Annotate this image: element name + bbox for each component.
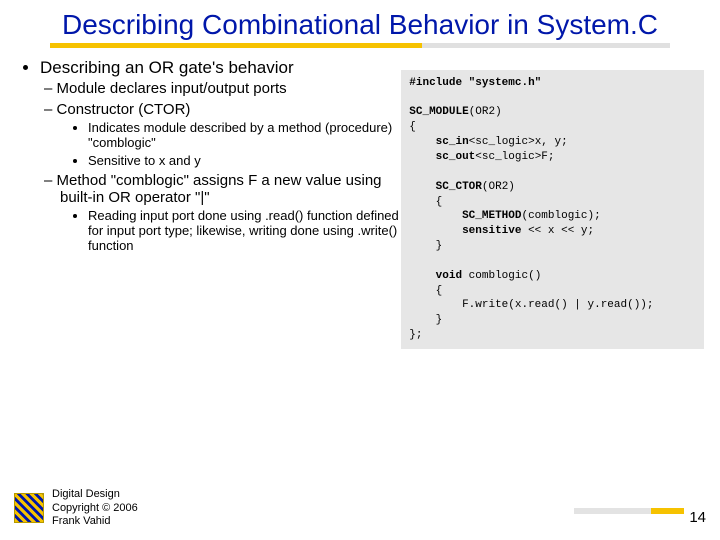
bullet-level1: Describing an OR gate's behavior Module … [16, 58, 401, 253]
code-kw: sc_out [409, 151, 475, 163]
bullet-text: Constructor (CTOR) [57, 101, 191, 118]
right-column: #include "systemc.h" SC_MODULE(OR2) { sc… [401, 56, 704, 349]
code-text: { [409, 285, 442, 297]
footer-text: Digital Design Copyright © 2006 Frank Va… [52, 488, 138, 528]
bullet-l3-item: Sensitive to x and y [88, 153, 401, 168]
code-text: <sc_logic>F; [475, 151, 554, 163]
code-text: (OR2) [469, 106, 502, 118]
code-text: F.write(x.read() | y.read()); [409, 299, 653, 311]
bullet-l2-item: Method "comblogic" assigns F a new value… [60, 172, 401, 253]
code-text: }; [409, 329, 422, 341]
code-kw: sensitive [409, 225, 521, 237]
left-column: Describing an OR gate's behavior Module … [16, 56, 401, 349]
title-underline [50, 43, 670, 48]
bullet-l2-item: Constructor (CTOR) Indicates module desc… [60, 101, 401, 168]
bullet-l2-item: Module declares input/output ports [60, 80, 401, 97]
code-text: <sc_logic>x, y; [469, 136, 568, 148]
slide-title: Describing Combinational Behavior in Sys… [0, 0, 720, 43]
footer-bar [574, 508, 684, 514]
page-number: 14 [689, 509, 706, 526]
bullet-l1-item: Describing an OR gate's behavior Module … [40, 58, 401, 253]
code-box: #include "systemc.h" SC_MODULE(OR2) { sc… [401, 70, 704, 349]
logo-icon [14, 493, 44, 523]
code-text: << x << y; [521, 225, 594, 237]
code-text: } [409, 314, 442, 326]
code-text: comblogic() [462, 270, 541, 282]
code-kw: #include "systemc.h" [409, 77, 541, 89]
bullet-level3: Reading input port done using .read() fu… [60, 208, 401, 253]
bullet-level3: Indicates module described by a method (… [60, 120, 401, 168]
code-kw: sc_in [409, 136, 468, 148]
footer: Digital Design Copyright © 2006 Frank Va… [14, 488, 138, 528]
bullet-l3-item: Reading input port done using .read() fu… [88, 208, 401, 253]
bullet-level2: Module declares input/output ports Const… [40, 80, 401, 253]
footer-line: Copyright © 2006 [52, 502, 138, 515]
content-area: Describing an OR gate's behavior Module … [0, 56, 720, 349]
code-text: { [409, 121, 416, 133]
code-text: (comblogic); [521, 210, 600, 222]
code-kw: SC_CTOR [409, 181, 482, 193]
code-kw: SC_MODULE [409, 106, 468, 118]
bullet-l3-item: Indicates module described by a method (… [88, 120, 401, 150]
code-kw: void [409, 270, 462, 282]
code-text: } [409, 240, 442, 252]
code-kw: SC_METHOD [409, 210, 521, 222]
code-text: (OR2) [482, 181, 515, 193]
footer-line: Digital Design [52, 488, 138, 501]
bullet-text: Describing an OR gate's behavior [40, 58, 294, 77]
bullet-text: Method "comblogic" assigns F a new value… [57, 172, 382, 206]
code-text: { [409, 196, 442, 208]
footer-line: Frank Vahid [52, 515, 138, 528]
